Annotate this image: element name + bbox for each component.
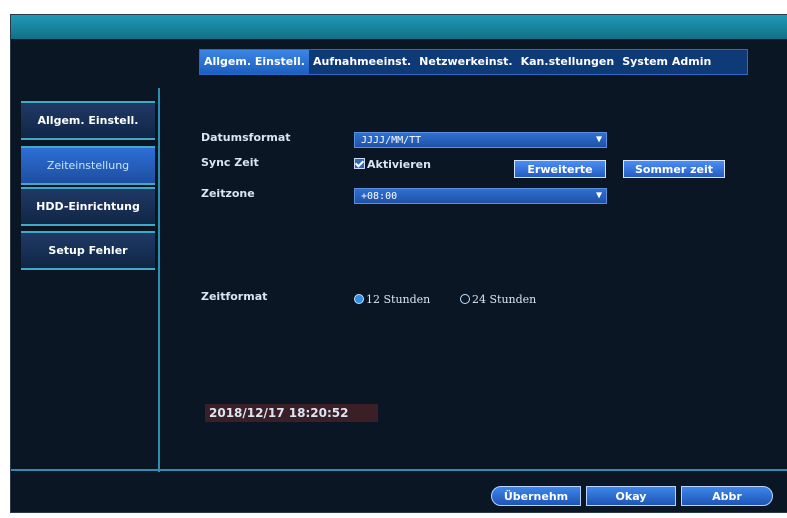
tab-general-settings[interactable]: Allgem. Einstell. <box>200 50 309 74</box>
time-zone-select[interactable]: +08:00 ▼ <box>354 188 607 204</box>
tab-channel-settings[interactable]: Kan.stellungen <box>517 50 619 74</box>
tab-recording-settings[interactable]: Aufnahmeeinst. <box>309 50 415 74</box>
date-format-value: JJJJ/MM/TT <box>361 135 422 146</box>
radio-unselected-icon[interactable] <box>460 294 470 304</box>
sidebar-divider <box>158 88 160 472</box>
sync-time-checkbox-label: Aktivieren <box>367 158 431 171</box>
checkbox-checked-icon[interactable] <box>354 158 365 169</box>
dvr-settings-window: Allgem. Einstell. Aufnahmeeinst. Netzwer… <box>10 14 787 513</box>
sync-time-label: Sync Zeit <box>201 156 259 169</box>
apply-button[interactable]: Übernehm <box>491 486 581 506</box>
footer-divider <box>11 469 787 471</box>
chevron-down-icon: ▼ <box>595 190 603 201</box>
radio-selected-icon[interactable] <box>354 294 364 304</box>
tab-system-admin[interactable]: System Admin <box>618 50 715 74</box>
radio-12-label: 12 Stunden <box>366 293 431 306</box>
sidebar-item-hdd-setup[interactable]: HDD-Einrichtung <box>21 187 155 226</box>
time-format-label: Zeitformat <box>201 290 268 303</box>
sidebar-item-setup-error[interactable]: Setup Fehler <box>21 231 155 270</box>
advanced-button[interactable]: Erweiterte <box>514 160 606 178</box>
time-format-24h[interactable]: 24 Stunden <box>460 293 536 306</box>
summer-time-button[interactable]: Sommer zeit <box>623 160 725 178</box>
ok-button[interactable]: Okay <box>586 486 676 506</box>
current-datetime: 2018/12/17 18:20:52 <box>205 404 378 422</box>
cancel-button[interactable]: Abbr <box>681 486 773 506</box>
radio-24-label: 24 Stunden <box>472 293 537 306</box>
top-tabs: Allgem. Einstell. Aufnahmeeinst. Netzwer… <box>199 49 748 75</box>
sync-time-enable[interactable]: Aktivieren <box>354 158 431 171</box>
tab-network-settings[interactable]: Netzwerkeinst. <box>415 50 516 74</box>
time-zone-label: Zeitzone <box>201 187 255 200</box>
window-title-bar <box>11 15 787 39</box>
time-format-12h[interactable]: 12 Stunden <box>354 293 430 306</box>
time-zone-value: +08:00 <box>361 191 398 202</box>
chevron-down-icon: ▼ <box>595 134 603 145</box>
sidebar-item-general-settings[interactable]: Allgem. Einstell. <box>21 101 155 140</box>
date-format-select[interactable]: JJJJ/MM/TT ▼ <box>354 132 607 148</box>
date-format-label: Datumsformat <box>201 131 291 144</box>
sidebar-item-time-settings[interactable]: Zeiteinstellung <box>21 146 155 185</box>
